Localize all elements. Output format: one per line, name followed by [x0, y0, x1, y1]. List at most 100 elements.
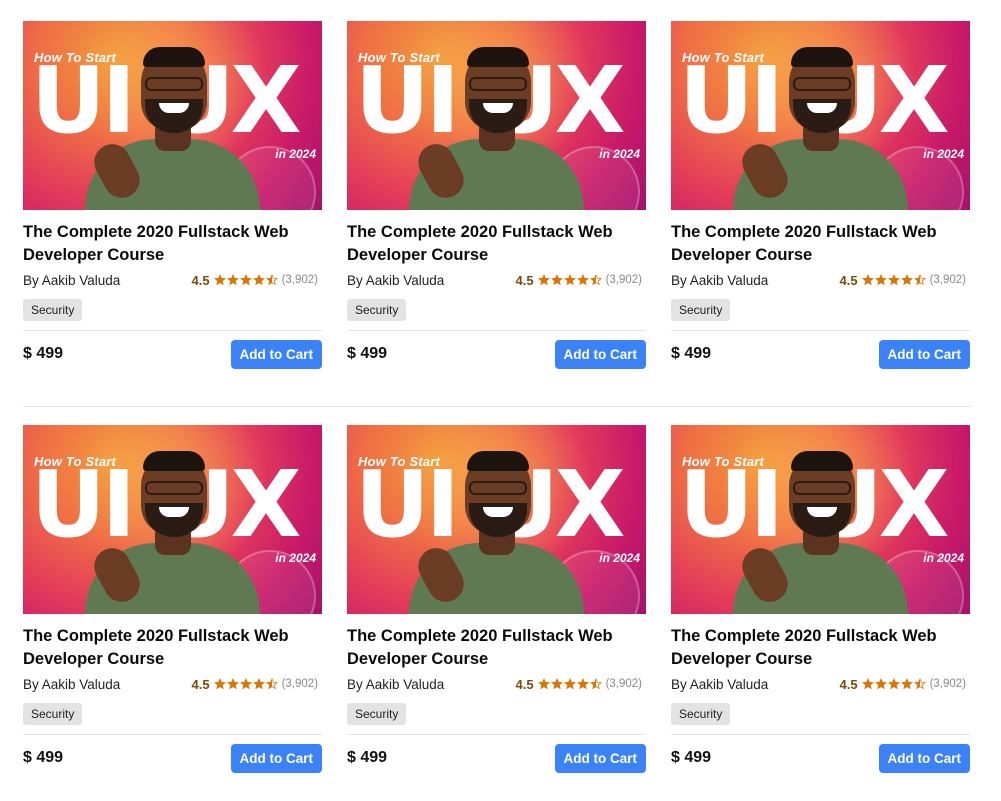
course-title[interactable]: The Complete 2020 Fullstack Web Develope…	[671, 221, 970, 267]
course-thumbnail[interactable]: How To Start UI UX in 2024	[671, 425, 970, 614]
course-author: By Aakib Valuda	[671, 272, 769, 288]
star-full-icon	[576, 274, 589, 286]
thumbnail-year: in 2024	[923, 147, 964, 161]
course-tag-badge[interactable]: Security	[23, 299, 83, 321]
course-price: $ 499	[671, 749, 712, 766]
star-full-icon	[226, 274, 239, 286]
course-thumbnail[interactable]: How To Start UI UX in 2024	[23, 21, 322, 210]
thumbnail-year: in 2024	[599, 147, 640, 161]
course-price: $ 499	[347, 345, 388, 362]
course-tag-badge[interactable]: Security	[23, 703, 83, 725]
course-author: By Aakib Valuda	[23, 272, 121, 288]
add-to-cart-button[interactable]: Add to Cart	[230, 743, 322, 773]
course-card[interactable]: How To Start UI UX in 2024 The Complete …	[23, 21, 322, 369]
thumbnail-year: in 2024	[275, 147, 316, 161]
course-title[interactable]: The Complete 2020 Fullstack Web Develope…	[347, 625, 646, 671]
star-half-icon	[913, 678, 926, 690]
star-full-icon	[861, 678, 874, 690]
star-half-icon	[589, 274, 602, 286]
star-full-icon	[900, 274, 913, 286]
add-to-cart-button[interactable]: Add to Cart	[554, 339, 646, 369]
instructor-glasses	[145, 77, 203, 91]
star-full-icon	[239, 678, 252, 690]
rating-value: 4.5	[839, 272, 858, 288]
course-price: $ 499	[23, 345, 64, 362]
rating-stars	[537, 274, 602, 286]
course-card[interactable]: How To Start UI UX in 2024 The Complete …	[347, 21, 646, 369]
course-thumbnail[interactable]: How To Start UI UX in 2024	[347, 21, 646, 210]
course-price: $ 499	[23, 749, 64, 766]
instructor-photo	[85, 451, 265, 614]
rating-value: 4.5	[191, 272, 210, 288]
star-full-icon	[226, 678, 239, 690]
course-rating: 4.5 (3,902)	[191, 273, 322, 288]
rating-value: 4.5	[191, 676, 210, 692]
course-price: $ 499	[347, 749, 388, 766]
course-footer: $ 499 Add to Cart	[23, 743, 322, 773]
course-footer: $ 499 Add to Cart	[347, 339, 646, 369]
card-divider	[23, 734, 322, 735]
star-full-icon	[900, 678, 913, 690]
course-rating: 4.5 (3,902)	[191, 677, 322, 692]
rating-value: 4.5	[839, 676, 858, 692]
add-to-cart-button[interactable]: Add to Cart	[878, 743, 970, 773]
instructor-photo	[733, 451, 913, 614]
instructor-glasses	[793, 481, 851, 495]
course-title[interactable]: The Complete 2020 Fullstack Web Develope…	[671, 625, 970, 671]
rating-stars	[537, 678, 602, 690]
row-divider	[23, 406, 971, 407]
course-meta: By Aakib Valuda 4.5 (3,902)	[347, 675, 646, 693]
rating-stars	[861, 274, 926, 286]
thumbnail-year: in 2024	[599, 551, 640, 565]
add-to-cart-button[interactable]: Add to Cart	[878, 339, 970, 369]
course-card[interactable]: How To Start UI UX in 2024 The Complete …	[671, 425, 970, 773]
instructor-glasses	[145, 481, 203, 495]
course-title[interactable]: The Complete 2020 Fullstack Web Develope…	[23, 221, 322, 267]
course-tag-badge[interactable]: Security	[671, 703, 731, 725]
course-title[interactable]: The Complete 2020 Fullstack Web Develope…	[347, 221, 646, 267]
add-to-cart-button[interactable]: Add to Cart	[230, 339, 322, 369]
card-divider	[23, 330, 322, 331]
course-footer: $ 499 Add to Cart	[347, 743, 646, 773]
instructor-hair	[467, 451, 529, 471]
star-full-icon	[874, 678, 887, 690]
course-row: How To Start UI UX in 2024 The Complete …	[23, 21, 971, 369]
course-meta: By Aakib Valuda 4.5 (3,902)	[23, 271, 322, 289]
add-to-cart-button[interactable]: Add to Cart	[554, 743, 646, 773]
course-thumbnail[interactable]: How To Start UI UX in 2024	[347, 425, 646, 614]
course-tag-badge[interactable]: Security	[347, 299, 407, 321]
course-card[interactable]: How To Start UI UX in 2024 The Complete …	[23, 425, 322, 773]
star-full-icon	[550, 274, 563, 286]
course-meta: By Aakib Valuda 4.5 (3,902)	[671, 675, 970, 693]
course-grid: How To Start UI UX in 2024 The Complete …	[23, 21, 971, 773]
star-full-icon	[252, 274, 265, 286]
instructor-glasses	[469, 481, 527, 495]
course-price: $ 499	[671, 345, 712, 362]
course-tag-badge[interactable]: Security	[347, 703, 407, 725]
course-meta: By Aakib Valuda 4.5 (3,902)	[671, 271, 970, 289]
star-full-icon	[887, 274, 900, 286]
star-full-icon	[550, 678, 563, 690]
star-full-icon	[213, 274, 226, 286]
course-author: By Aakib Valuda	[347, 676, 445, 692]
course-rating: 4.5 (3,902)	[839, 273, 970, 288]
thumbnail-year: in 2024	[275, 551, 316, 565]
star-full-icon	[213, 678, 226, 690]
rating-count: (3,902)	[281, 678, 318, 690]
instructor-hair	[467, 47, 529, 67]
course-title[interactable]: The Complete 2020 Fullstack Web Develope…	[23, 625, 322, 671]
course-thumbnail[interactable]: How To Start UI UX in 2024	[671, 21, 970, 210]
star-half-icon	[265, 678, 278, 690]
course-tag-badge[interactable]: Security	[671, 299, 731, 321]
course-card[interactable]: How To Start UI UX in 2024 The Complete …	[347, 425, 646, 773]
course-row: How To Start UI UX in 2024 The Complete …	[23, 425, 971, 773]
rating-count: (3,902)	[605, 274, 642, 286]
course-thumbnail[interactable]: How To Start UI UX in 2024	[23, 425, 322, 614]
instructor-hair	[143, 47, 205, 67]
course-author: By Aakib Valuda	[347, 272, 445, 288]
thumbnail-year: in 2024	[923, 551, 964, 565]
course-card[interactable]: How To Start UI UX in 2024 The Complete …	[671, 21, 970, 369]
star-full-icon	[887, 678, 900, 690]
rating-value: 4.5	[515, 676, 534, 692]
star-half-icon	[913, 274, 926, 286]
